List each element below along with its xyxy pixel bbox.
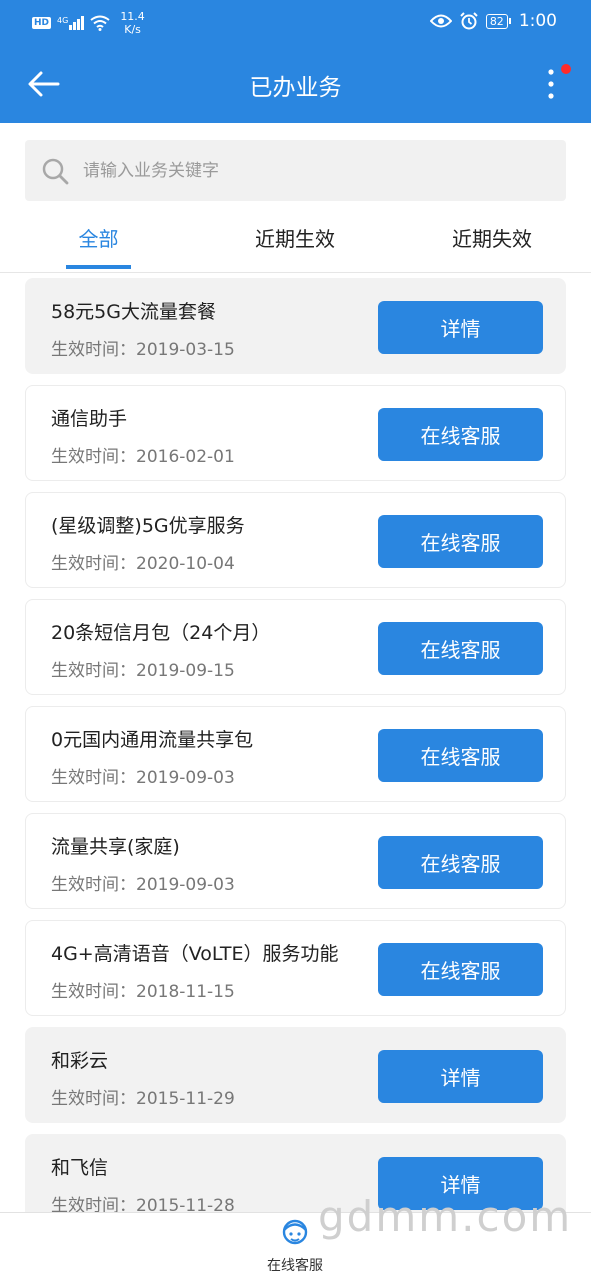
wifi-icon <box>90 15 110 31</box>
status-bar: HD 4G 11.4 K/s 82 1:00 <box>0 0 591 46</box>
app-bar: 已办业务 <box>0 46 591 123</box>
network-type: 4G <box>57 16 69 25</box>
tab-all[interactable]: 全部 <box>66 205 131 273</box>
service-date: 生效时间：2019-09-03 <box>51 875 235 895</box>
hd-icon: HD <box>32 17 52 29</box>
speed-value: 11.4 <box>120 10 145 23</box>
service-name: 4G+高清语音（VoLTE）服务功能 <box>51 943 339 965</box>
service-date: 生效时间：2016-02-01 <box>51 447 235 467</box>
battery-level: 82 <box>485 13 508 29</box>
service-date: 生效时间：2020-10-04 <box>51 554 235 574</box>
notification-dot <box>561 64 571 74</box>
service-card: 流量共享(家庭) 生效时间：2019-09-03 在线客服 <box>25 813 566 909</box>
online-service-button[interactable]: 在线客服 <box>378 729 543 782</box>
eye-icon <box>429 14 452 28</box>
service-date: 生效时间：2019-09-03 <box>51 768 235 788</box>
watermark: gdmm.com <box>318 1192 573 1241</box>
search-bar <box>25 140 566 201</box>
battery-icon: 82 <box>485 13 511 29</box>
net-speed: 11.4 K/s <box>120 10 145 36</box>
online-service-button[interactable]: 在线客服 <box>378 836 543 889</box>
details-button[interactable]: 详情 <box>378 1050 543 1103</box>
online-service-button[interactable]: 在线客服 <box>378 622 543 675</box>
tab-recent-effective[interactable]: 近期生效 <box>245 205 345 273</box>
alarm-icon <box>460 12 478 30</box>
service-card: 4G+高清语音（VoLTE）服务功能 生效时间：2018-11-15 在线客服 <box>25 920 566 1016</box>
page-title: 已办业务 <box>249 75 342 101</box>
service-name: (星级调整)5G优享服务 <box>51 515 245 537</box>
tab-bar: 全部 近期生效 近期失效 <box>0 205 591 273</box>
signal-icon: 4G <box>57 16 85 30</box>
service-card: 通信助手 生效时间：2016-02-01 在线客服 <box>25 385 566 481</box>
service-date: 生效时间：2015-11-29 <box>51 1089 235 1109</box>
tab-recent-expired[interactable]: 近期失效 <box>442 205 542 273</box>
search-input[interactable] <box>83 140 553 201</box>
speed-unit: K/s <box>124 23 141 36</box>
service-name: 58元5G大流量套餐 <box>51 301 216 323</box>
service-card: (星级调整)5G优享服务 生效时间：2020-10-04 在线客服 <box>25 492 566 588</box>
online-service-button[interactable]: 在线客服 <box>378 515 543 568</box>
service-date: 生效时间：2019-03-15 <box>51 340 235 360</box>
clock: 1:00 <box>518 11 557 31</box>
service-name: 流量共享(家庭) <box>51 836 180 858</box>
online-service-button[interactable]: 在线客服 <box>378 943 543 996</box>
customer-service-icon <box>282 1219 308 1245</box>
service-card: 0元国内通用流量共享包 生效时间：2019-09-03 在线客服 <box>25 706 566 802</box>
tab-indicator <box>66 265 131 269</box>
online-service-label: 在线客服 <box>267 1258 323 1274</box>
search-icon <box>42 158 69 185</box>
status-left: HD 4G 11.4 K/s <box>32 10 145 36</box>
online-service-button[interactable]: 在线客服 <box>378 408 543 461</box>
service-name: 20条短信月包（24个月） <box>51 622 271 644</box>
service-date: 生效时间：2018-11-15 <box>51 982 235 1002</box>
service-card: 58元5G大流量套餐 生效时间：2019-03-15 详情 <box>25 278 566 374</box>
service-name: 通信助手 <box>51 408 128 430</box>
details-button[interactable]: 详情 <box>378 301 543 354</box>
service-name: 和彩云 <box>51 1050 109 1072</box>
service-date: 生效时间：2019-09-15 <box>51 661 235 681</box>
service-name: 0元国内通用流量共享包 <box>51 729 254 751</box>
status-right: 82 1:00 <box>429 11 557 31</box>
service-card: 和彩云 生效时间：2015-11-29 详情 <box>25 1027 566 1123</box>
service-card: 20条短信月包（24个月） 生效时间：2019-09-15 在线客服 <box>25 599 566 695</box>
service-name: 和飞信 <box>51 1157 109 1179</box>
header: HD 4G 11.4 K/s 82 1:00 已办业务 <box>0 0 591 123</box>
